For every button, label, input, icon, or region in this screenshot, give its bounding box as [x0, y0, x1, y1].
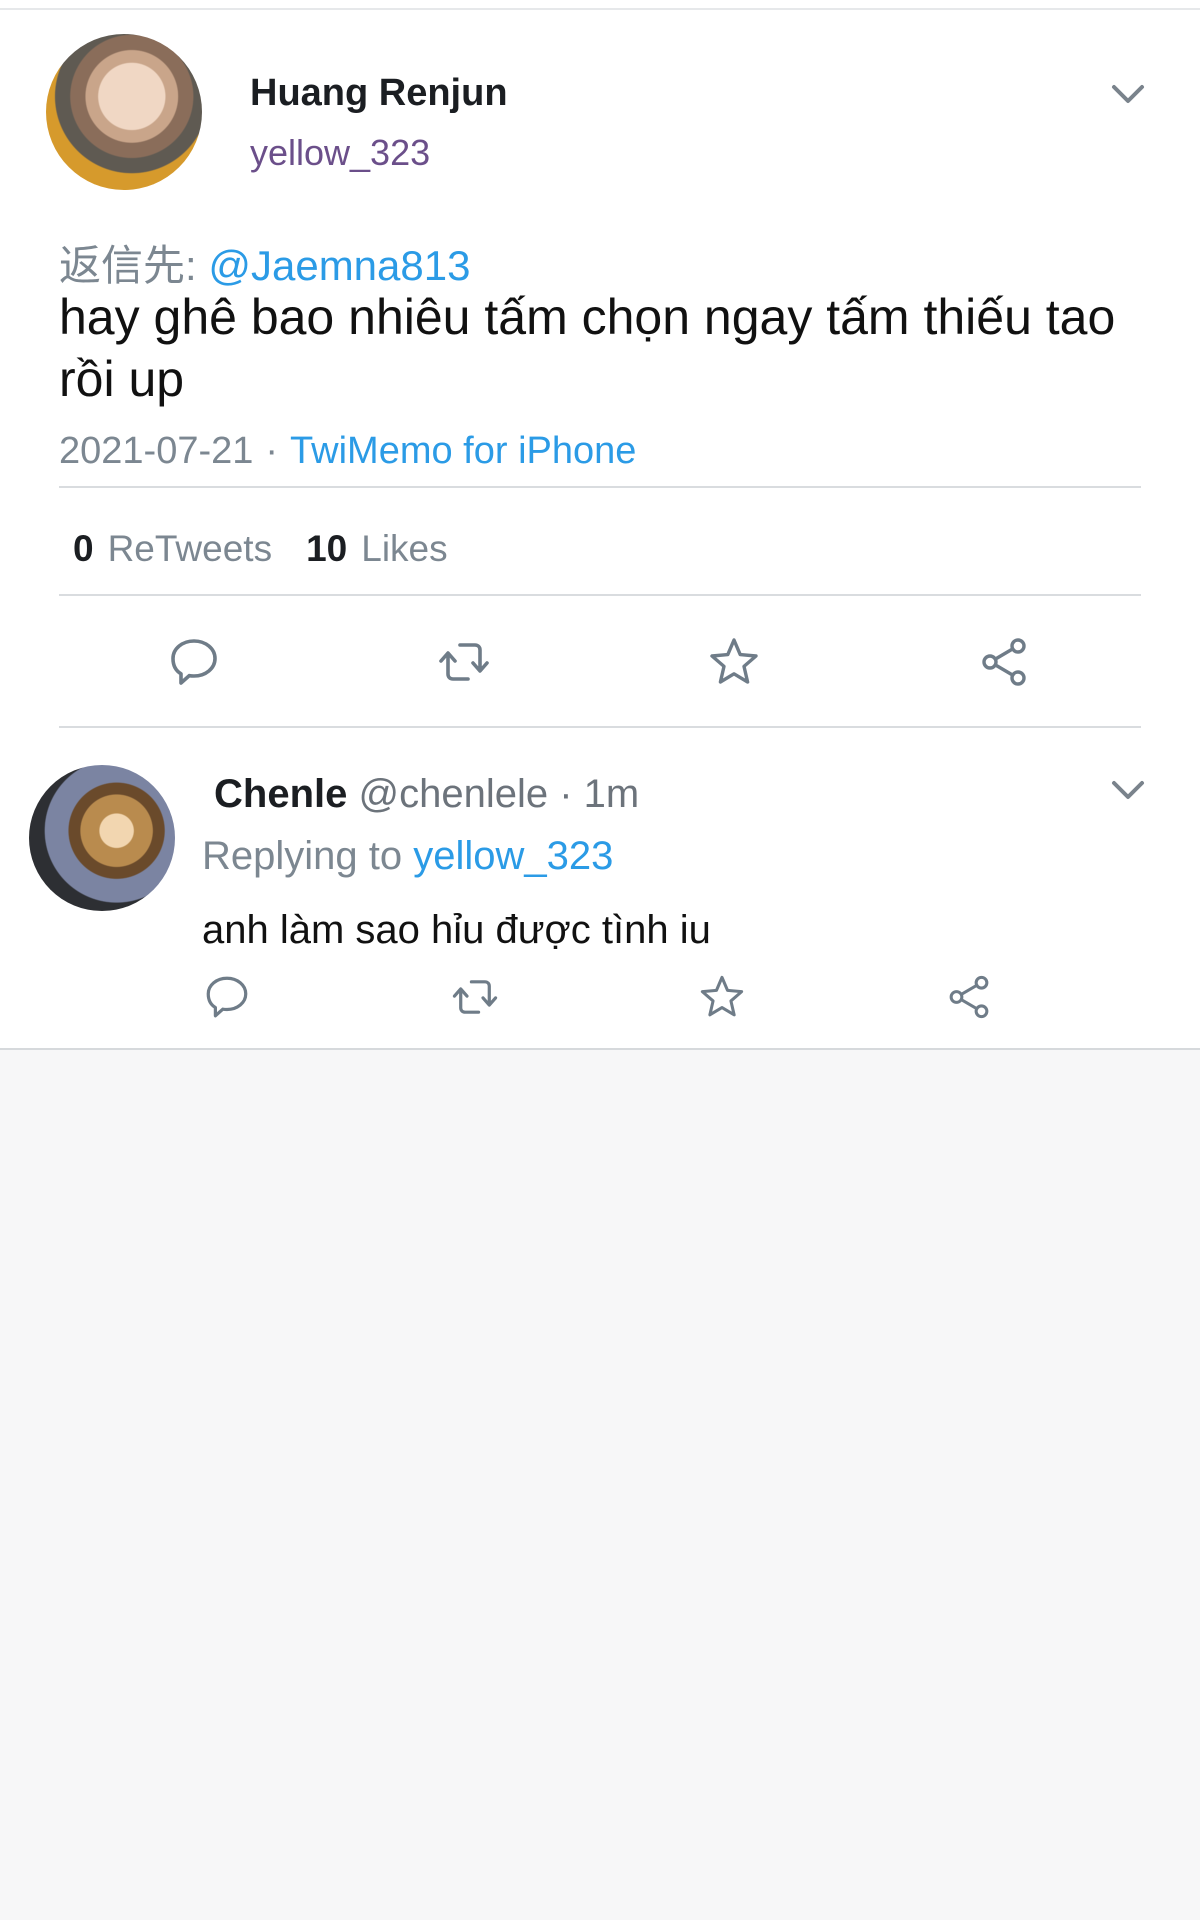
like-button[interactable] [697, 972, 747, 1022]
reply-to-prefix: 返信先: [59, 242, 209, 289]
retweet-button[interactable] [436, 634, 492, 690]
meta-separator: · [265, 430, 279, 472]
speech-bubble-icon [171, 639, 217, 685]
retweet-button[interactable] [450, 972, 500, 1022]
reply-handle[interactable]: @chenlele [358, 772, 548, 816]
reply-time: · 1m [559, 772, 640, 816]
tweet-detail-card: Huang Renjun yellow_323 返信先: @Jaemna813 … [0, 10, 1200, 1050]
avatar[interactable] [29, 765, 175, 911]
reply-button[interactable] [166, 634, 222, 690]
divider [59, 726, 1141, 728]
retweet-icon [439, 643, 489, 681]
divider [59, 486, 1141, 488]
reply-to-line: 返信先: @Jaemna813 [59, 232, 470, 293]
share-icon [982, 638, 1026, 686]
reply-author: Chenle @chenlele · 1m [214, 772, 639, 817]
avatar[interactable] [46, 34, 202, 190]
tweet-meta: 2021-07-21 · TwiMemo for iPhone [59, 430, 636, 473]
retweets-label: ReTweets [107, 528, 273, 569]
retweets-stat[interactable]: 0 ReTweets [73, 528, 272, 569]
share-button[interactable] [976, 634, 1032, 690]
likes-label: Likes [361, 528, 448, 569]
star-icon [710, 638, 758, 684]
replying-to-mention[interactable]: yellow_323 [413, 834, 613, 878]
replying-to-label: Replying to [202, 834, 414, 878]
top-divider [0, 0, 1200, 10]
author-display-name[interactable]: Huang Renjun [250, 72, 508, 115]
speech-bubble-icon [206, 976, 248, 1018]
chevron-down-icon[interactable] [1108, 770, 1148, 810]
share-icon [949, 975, 989, 1019]
author-handle[interactable]: yellow_323 [250, 132, 430, 174]
retweets-count: 0 [73, 528, 94, 569]
reply-display-name[interactable]: Chenle [214, 772, 347, 816]
reply-button[interactable] [202, 972, 252, 1022]
tweet-date: 2021-07-21 [59, 430, 254, 472]
chevron-down-icon[interactable] [1108, 74, 1148, 114]
share-button[interactable] [944, 972, 994, 1022]
likes-stat[interactable]: 10 Likes [306, 528, 448, 569]
tweet-source-link[interactable]: TwiMemo for iPhone [290, 430, 636, 472]
tweet-text: hay ghê bao nhiêu tấm chọn ngay tấm thiế… [59, 289, 1116, 407]
retweet-icon [452, 980, 498, 1014]
like-button[interactable] [706, 634, 762, 690]
star-icon [700, 975, 744, 1017]
likes-count: 10 [306, 528, 348, 569]
tweet-stats: 0 ReTweets 10 Likes [73, 528, 448, 570]
reply-to-mention[interactable]: @Jaemna813 [208, 242, 470, 289]
reply-text: anh làm sao hỉu được tình iu [202, 908, 711, 952]
divider [59, 594, 1141, 596]
replying-to-line: Replying to yellow_323 [202, 834, 613, 879]
